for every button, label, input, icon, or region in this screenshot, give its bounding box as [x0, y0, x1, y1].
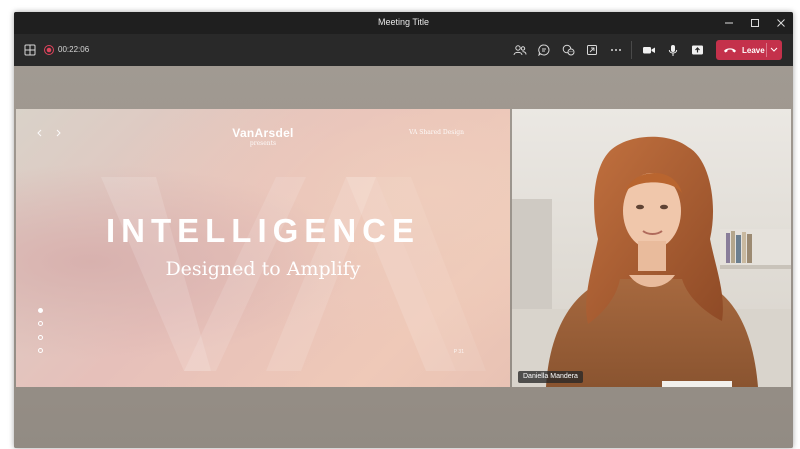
- close-icon: [777, 19, 785, 27]
- camera-icon: [643, 47, 655, 54]
- slide-dot[interactable]: [38, 335, 43, 340]
- recording-icon: [44, 45, 54, 55]
- chat-button[interactable]: [536, 42, 552, 58]
- participant-video: Daniella Mandera: [512, 109, 791, 387]
- slide-dot[interactable]: [38, 321, 43, 326]
- title-bar: Meeting Title: [14, 12, 793, 34]
- meeting-toolbar: 00:22:06 Leave: [14, 34, 793, 66]
- slide-headline: INTELLIGENCE: [105, 212, 420, 249]
- participant-name-tag: Daniella Mandera: [518, 371, 583, 383]
- reactions-icon: [562, 44, 574, 56]
- camera-button[interactable]: [641, 42, 657, 58]
- more-icon: [611, 49, 621, 51]
- share-button[interactable]: [689, 42, 705, 58]
- shared-presentation: VanArsdel presents VA Shared Design INTE…: [16, 109, 510, 387]
- maximize-icon: [751, 19, 759, 27]
- leave-separator: [766, 43, 767, 57]
- minimize-icon: [725, 22, 733, 24]
- share-tray-button[interactable]: [584, 42, 600, 58]
- leave-label: Leave: [742, 45, 765, 55]
- slide-page-number: P 31: [453, 349, 464, 355]
- more-button[interactable]: [608, 42, 624, 58]
- chat-icon: [538, 44, 550, 56]
- chevron-down-icon[interactable]: [770, 47, 778, 53]
- close-button[interactable]: [768, 12, 793, 34]
- slide-subheadline: Designed to Amplify: [165, 258, 361, 280]
- mic-icon: [668, 44, 678, 56]
- maximize-button[interactable]: [742, 12, 768, 34]
- meeting-stage: VanArsdel presents VA Shared Design INTE…: [14, 66, 793, 448]
- window-title: Meeting Title: [377, 17, 430, 27]
- phone-hangup-icon: [724, 48, 736, 53]
- recording-indicator: [41, 42, 57, 58]
- slide-dot[interactable]: [38, 348, 43, 353]
- mic-button[interactable]: [665, 42, 681, 58]
- minimize-button[interactable]: [716, 12, 742, 34]
- participant-video-feed: [512, 109, 791, 387]
- share-tray-icon: [587, 45, 597, 55]
- toolbar-divider: [631, 41, 632, 59]
- slide-tag: VA Shared Design: [409, 129, 464, 136]
- reactions-button[interactable]: [560, 42, 576, 58]
- layout-button[interactable]: [22, 42, 38, 58]
- slide-dot[interactable]: [38, 308, 43, 313]
- meeting-timer: 00:22:06: [58, 45, 90, 54]
- layout-icon: [24, 44, 36, 56]
- meeting-window: Meeting Title 00:22:06 Leave VanArsdel p…: [14, 12, 793, 448]
- people-icon: [513, 45, 527, 56]
- participants-button[interactable]: [512, 42, 528, 58]
- share-icon: [691, 45, 703, 55]
- leave-button[interactable]: Leave: [716, 40, 782, 60]
- brand-subtitle: presents: [249, 140, 277, 147]
